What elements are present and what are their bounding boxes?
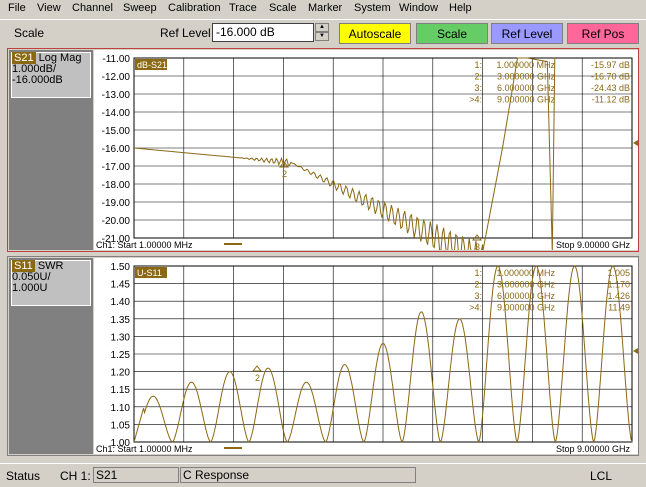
marker-number: >4: bbox=[469, 95, 482, 105]
status-channel: CH 1: bbox=[60, 469, 91, 483]
menu-file[interactable]: File bbox=[8, 2, 26, 14]
marker-label: 3 bbox=[475, 242, 480, 250]
ref-arrow-icon bbox=[633, 140, 638, 146]
plot-area-s11[interactable]: 1.50 1.45 1.40 1.35 1.30 1.25 1.20 1.15 1.10 1.05… bbox=[94, 258, 638, 454]
y-tick-label: -17.00 bbox=[102, 162, 131, 173]
marker-value: 1.170 bbox=[607, 280, 630, 290]
menu-marker[interactable]: Marker bbox=[308, 2, 342, 14]
marker-frequency: 6.000000 GHz bbox=[497, 291, 556, 301]
marker-number: 1: bbox=[474, 268, 482, 278]
sweep-start: Ch1: Start 1.00000 MHz bbox=[96, 444, 193, 454]
marker-number: 2: bbox=[474, 280, 482, 290]
marker-number: >4: bbox=[469, 303, 482, 313]
marker-frequency: 1.000000 MHz bbox=[496, 268, 555, 278]
menu-window[interactable]: Window bbox=[399, 2, 438, 14]
plot-area-s21[interactable]: -11.00 -12.00 -13.00 -14.00 -15.00 -16.00 -17.… bbox=[94, 50, 638, 250]
marker-value: -15.97 dB bbox=[591, 60, 630, 70]
y-tick-label: 1.05 bbox=[111, 420, 131, 431]
marker-label: 2 bbox=[255, 373, 260, 383]
sweep-stop: Stop 9.00000 GHz bbox=[556, 444, 631, 454]
sweep-stop: Stop 9.00000 GHz bbox=[556, 240, 631, 250]
menu-channel[interactable]: Channel bbox=[72, 2, 113, 14]
trace-tag: dB-S21 bbox=[137, 60, 167, 70]
marker-value: -11.12 dB bbox=[592, 95, 630, 105]
y-tick-label: 1.15 bbox=[111, 385, 131, 396]
y-tick-label: 1.10 bbox=[111, 403, 131, 414]
status-bar: Status CH 1: S21 C Response LCL bbox=[0, 463, 646, 487]
menu-sweep[interactable]: Sweep bbox=[123, 2, 157, 14]
status-label: Status bbox=[6, 469, 41, 483]
marker-value: -16.70 dB bbox=[591, 72, 630, 82]
y-tick-label: -11.00 bbox=[102, 54, 130, 65]
menu-view[interactable]: View bbox=[37, 2, 61, 14]
marker-frequency: 3.000000 GHz bbox=[497, 72, 556, 82]
ref-arrow-icon bbox=[633, 348, 638, 354]
ref-level-input[interactable]: -16.000 dB bbox=[212, 23, 314, 42]
marker-number: 1: bbox=[474, 60, 482, 70]
y-tick-label: -18.00 bbox=[102, 180, 131, 191]
spin-up-icon[interactable]: ▲ bbox=[315, 23, 329, 32]
y-tick-label: -13.00 bbox=[102, 90, 131, 101]
scale-toolbar: Scale Ref Level -16.000 dB ▲ ▼ Autoscale… bbox=[0, 19, 646, 48]
y-tick-label: 1.40 bbox=[111, 297, 131, 308]
menu-calibration[interactable]: Calibration bbox=[168, 2, 221, 14]
trace-panel-s21[interactable]: S21 Log Mag 1.000dB/ -16.000dB -11.00 -12… bbox=[7, 48, 639, 252]
menu-help[interactable]: Help bbox=[449, 2, 472, 14]
trace-tag: U-S11 bbox=[137, 268, 162, 278]
scale-button[interactable]: Scale bbox=[416, 23, 488, 44]
menu-bar: File View Channel Sweep Calibration Trac… bbox=[0, 0, 646, 19]
marker-value: -24.43 dB bbox=[591, 83, 630, 93]
marker-frequency: 6.000000 GHz bbox=[497, 83, 556, 93]
y-tick-label: 1.25 bbox=[111, 350, 131, 361]
marker-label: 2 bbox=[282, 169, 287, 179]
trace-ref: -16.000dB bbox=[12, 74, 63, 86]
y-tick-label: -14.00 bbox=[102, 108, 131, 119]
trace-ref: 1.000U bbox=[12, 282, 48, 294]
trace-info-s21: S21 Log Mag 1.000dB/ -16.000dB bbox=[9, 50, 93, 250]
marker-frequency: 9.000000 GHz bbox=[497, 303, 556, 313]
menu-trace[interactable]: Trace bbox=[229, 2, 257, 14]
y-tick-label: 1.20 bbox=[111, 368, 131, 379]
y-tick-label: 1.35 bbox=[111, 315, 131, 326]
marker-number: 2: bbox=[474, 72, 482, 82]
y-tick-label: 1.50 bbox=[111, 262, 131, 273]
autoscale-button[interactable]: Autoscale bbox=[339, 23, 411, 44]
status-mode: C Response bbox=[180, 467, 416, 483]
trace-info-s11: S11 SWR 0.050U/ 1.000U bbox=[9, 258, 93, 454]
ref-level-button[interactable]: Ref Level bbox=[491, 23, 563, 44]
toolbar-title: Scale bbox=[14, 26, 45, 40]
status-trace: S21 bbox=[93, 467, 179, 483]
trace-panel-s11[interactable]: S11 SWR 0.050U/ 1.000U 1.50 1.45 1.40 1.35 1… bbox=[7, 256, 639, 456]
y-tick-label: -16.00 bbox=[102, 144, 131, 155]
marker-frequency: 3.000000 GHz bbox=[497, 280, 556, 290]
y-tick-label: 1.30 bbox=[111, 332, 131, 343]
sweep-start: Ch1: Start 1.00000 MHz bbox=[96, 240, 193, 250]
status-lcl: LCL bbox=[590, 469, 613, 483]
ref-level-spinner[interactable]: ▲ ▼ bbox=[315, 23, 329, 42]
menu-scale[interactable]: Scale bbox=[269, 2, 297, 14]
marker-number: 3: bbox=[474, 291, 482, 301]
s11-trace-graph[interactable]: 1.50 1.45 1.40 1.35 1.30 1.25 1.20 1.15 1.10 1.05… bbox=[94, 258, 638, 454]
y-tick-label: -15.00 bbox=[102, 126, 131, 137]
y-tick-label: 1.45 bbox=[111, 280, 131, 291]
marker-number: 3: bbox=[474, 83, 482, 93]
y-tick-label: -20.00 bbox=[102, 216, 131, 227]
ref-level-label: Ref Level bbox=[160, 26, 211, 40]
ref-pos-button[interactable]: Ref Pos bbox=[567, 23, 639, 44]
spin-down-icon[interactable]: ▼ bbox=[315, 32, 329, 41]
y-tick-label: -19.00 bbox=[102, 198, 131, 209]
menu-system[interactable]: System bbox=[354, 2, 391, 14]
s21-trace-graph[interactable]: -11.00 -12.00 -13.00 -14.00 -15.00 -16.00 -17.… bbox=[94, 50, 638, 250]
marker-frequency: 9.000000 GHz bbox=[497, 95, 556, 105]
y-tick-label: -12.00 bbox=[102, 72, 131, 83]
